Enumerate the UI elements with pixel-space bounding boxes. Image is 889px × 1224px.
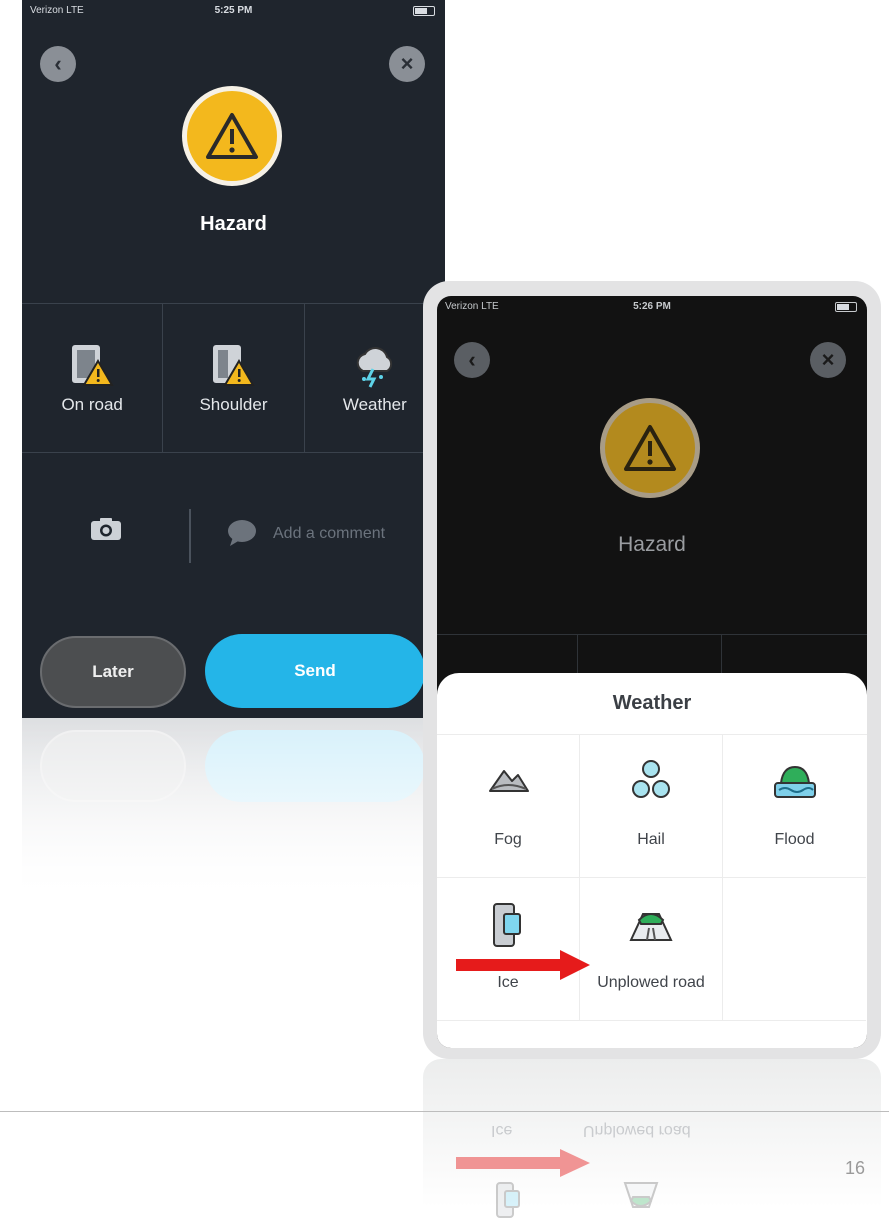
battery-icon [835, 302, 857, 312]
comment-input[interactable]: Add a comment [273, 525, 385, 543]
hazard-icon [182, 86, 282, 186]
hazard-icon [600, 398, 700, 498]
comment-bubble-icon [228, 520, 256, 546]
option-label: Hail [637, 831, 665, 848]
chevron-left-icon: ‹ [54, 51, 62, 76]
option-hail[interactable]: Hail [580, 735, 723, 878]
category-on-road[interactable]: On road [22, 304, 164, 452]
send-button[interactable]: Send [205, 634, 425, 708]
storm-cloud-icon [356, 347, 392, 388]
back-button[interactable]: ‹ [454, 342, 490, 378]
category-label: Shoulder [199, 395, 268, 414]
red-arrow-annotation [456, 950, 590, 980]
screen-reflection [22, 718, 445, 938]
close-button[interactable]: × [389, 46, 425, 82]
option-empty [723, 878, 866, 1021]
page-number: 16 [844, 1158, 865, 1178]
page-title: Hazard [618, 533, 686, 556]
close-button[interactable]: × [810, 342, 846, 378]
option-unplowed-road[interactable]: Unplowed road [580, 878, 723, 1021]
warning-triangle-icon [206, 113, 258, 159]
unplowed-label-reflection: Unplowed road [583, 1122, 691, 1139]
option-label: Unplowed road [597, 974, 705, 991]
status-bar: Verizon LTE 5:25 PM [22, 0, 445, 22]
fog-icon [489, 770, 529, 792]
chevron-left-icon: ‹ [468, 347, 476, 372]
shoulder-warning-icon [213, 345, 256, 386]
camera-icon[interactable] [90, 517, 122, 541]
category-label: On road [61, 395, 123, 414]
option-fog[interactable]: Fog [437, 735, 580, 878]
status-bar: Verizon LTE 5:26 PM [437, 296, 867, 318]
clock: 5:26 PM [633, 301, 671, 312]
clock: 5:25 PM [214, 5, 253, 16]
category-label: Weather [342, 395, 407, 414]
back-button[interactable]: ‹ [40, 46, 76, 82]
unplowed-road-icon-reflection [623, 1182, 659, 1208]
divider [189, 509, 191, 563]
warning-triangle-icon [624, 425, 676, 471]
ice-icon-reflection [496, 1182, 520, 1218]
weather-bottom-sheet: Weather Fog Hail Flood Ice Unplowed road [437, 673, 867, 1048]
slide-divider [0, 1111, 889, 1112]
reflection-fade [22, 718, 445, 938]
ice-label-reflection: Ice [491, 1122, 513, 1139]
hazard-category-grid: On road Shoulder Weather [22, 303, 445, 453]
battery-icon [413, 6, 435, 16]
hail-icon [632, 760, 670, 798]
option-label: Fog [494, 831, 522, 848]
close-icon: × [821, 347, 835, 372]
screen-reflection: Ice Unplowed road [423, 1059, 881, 1224]
category-shoulder[interactable]: Shoulder [163, 304, 305, 452]
weather-screen: Verizon LTE 5:26 PM ‹ × Hazard Weather F… [437, 296, 867, 1048]
later-button[interactable]: Later [40, 636, 186, 708]
sheet-title: Weather [437, 673, 867, 735]
road-warning-icon [72, 345, 114, 386]
ice-icon [493, 903, 521, 947]
option-label: Flood [774, 831, 815, 848]
page-title: Hazard [200, 213, 267, 235]
comment-row: Add a comment [22, 495, 445, 565]
hazard-screen: Verizon LTE 5:25 PM ‹ × Hazard On road S… [22, 0, 445, 718]
red-arrow-reflection [456, 1149, 590, 1177]
flood-icon [773, 765, 816, 798]
close-icon: × [400, 51, 414, 76]
option-flood[interactable]: Flood [723, 735, 866, 878]
unplowed-road-icon [629, 913, 673, 941]
